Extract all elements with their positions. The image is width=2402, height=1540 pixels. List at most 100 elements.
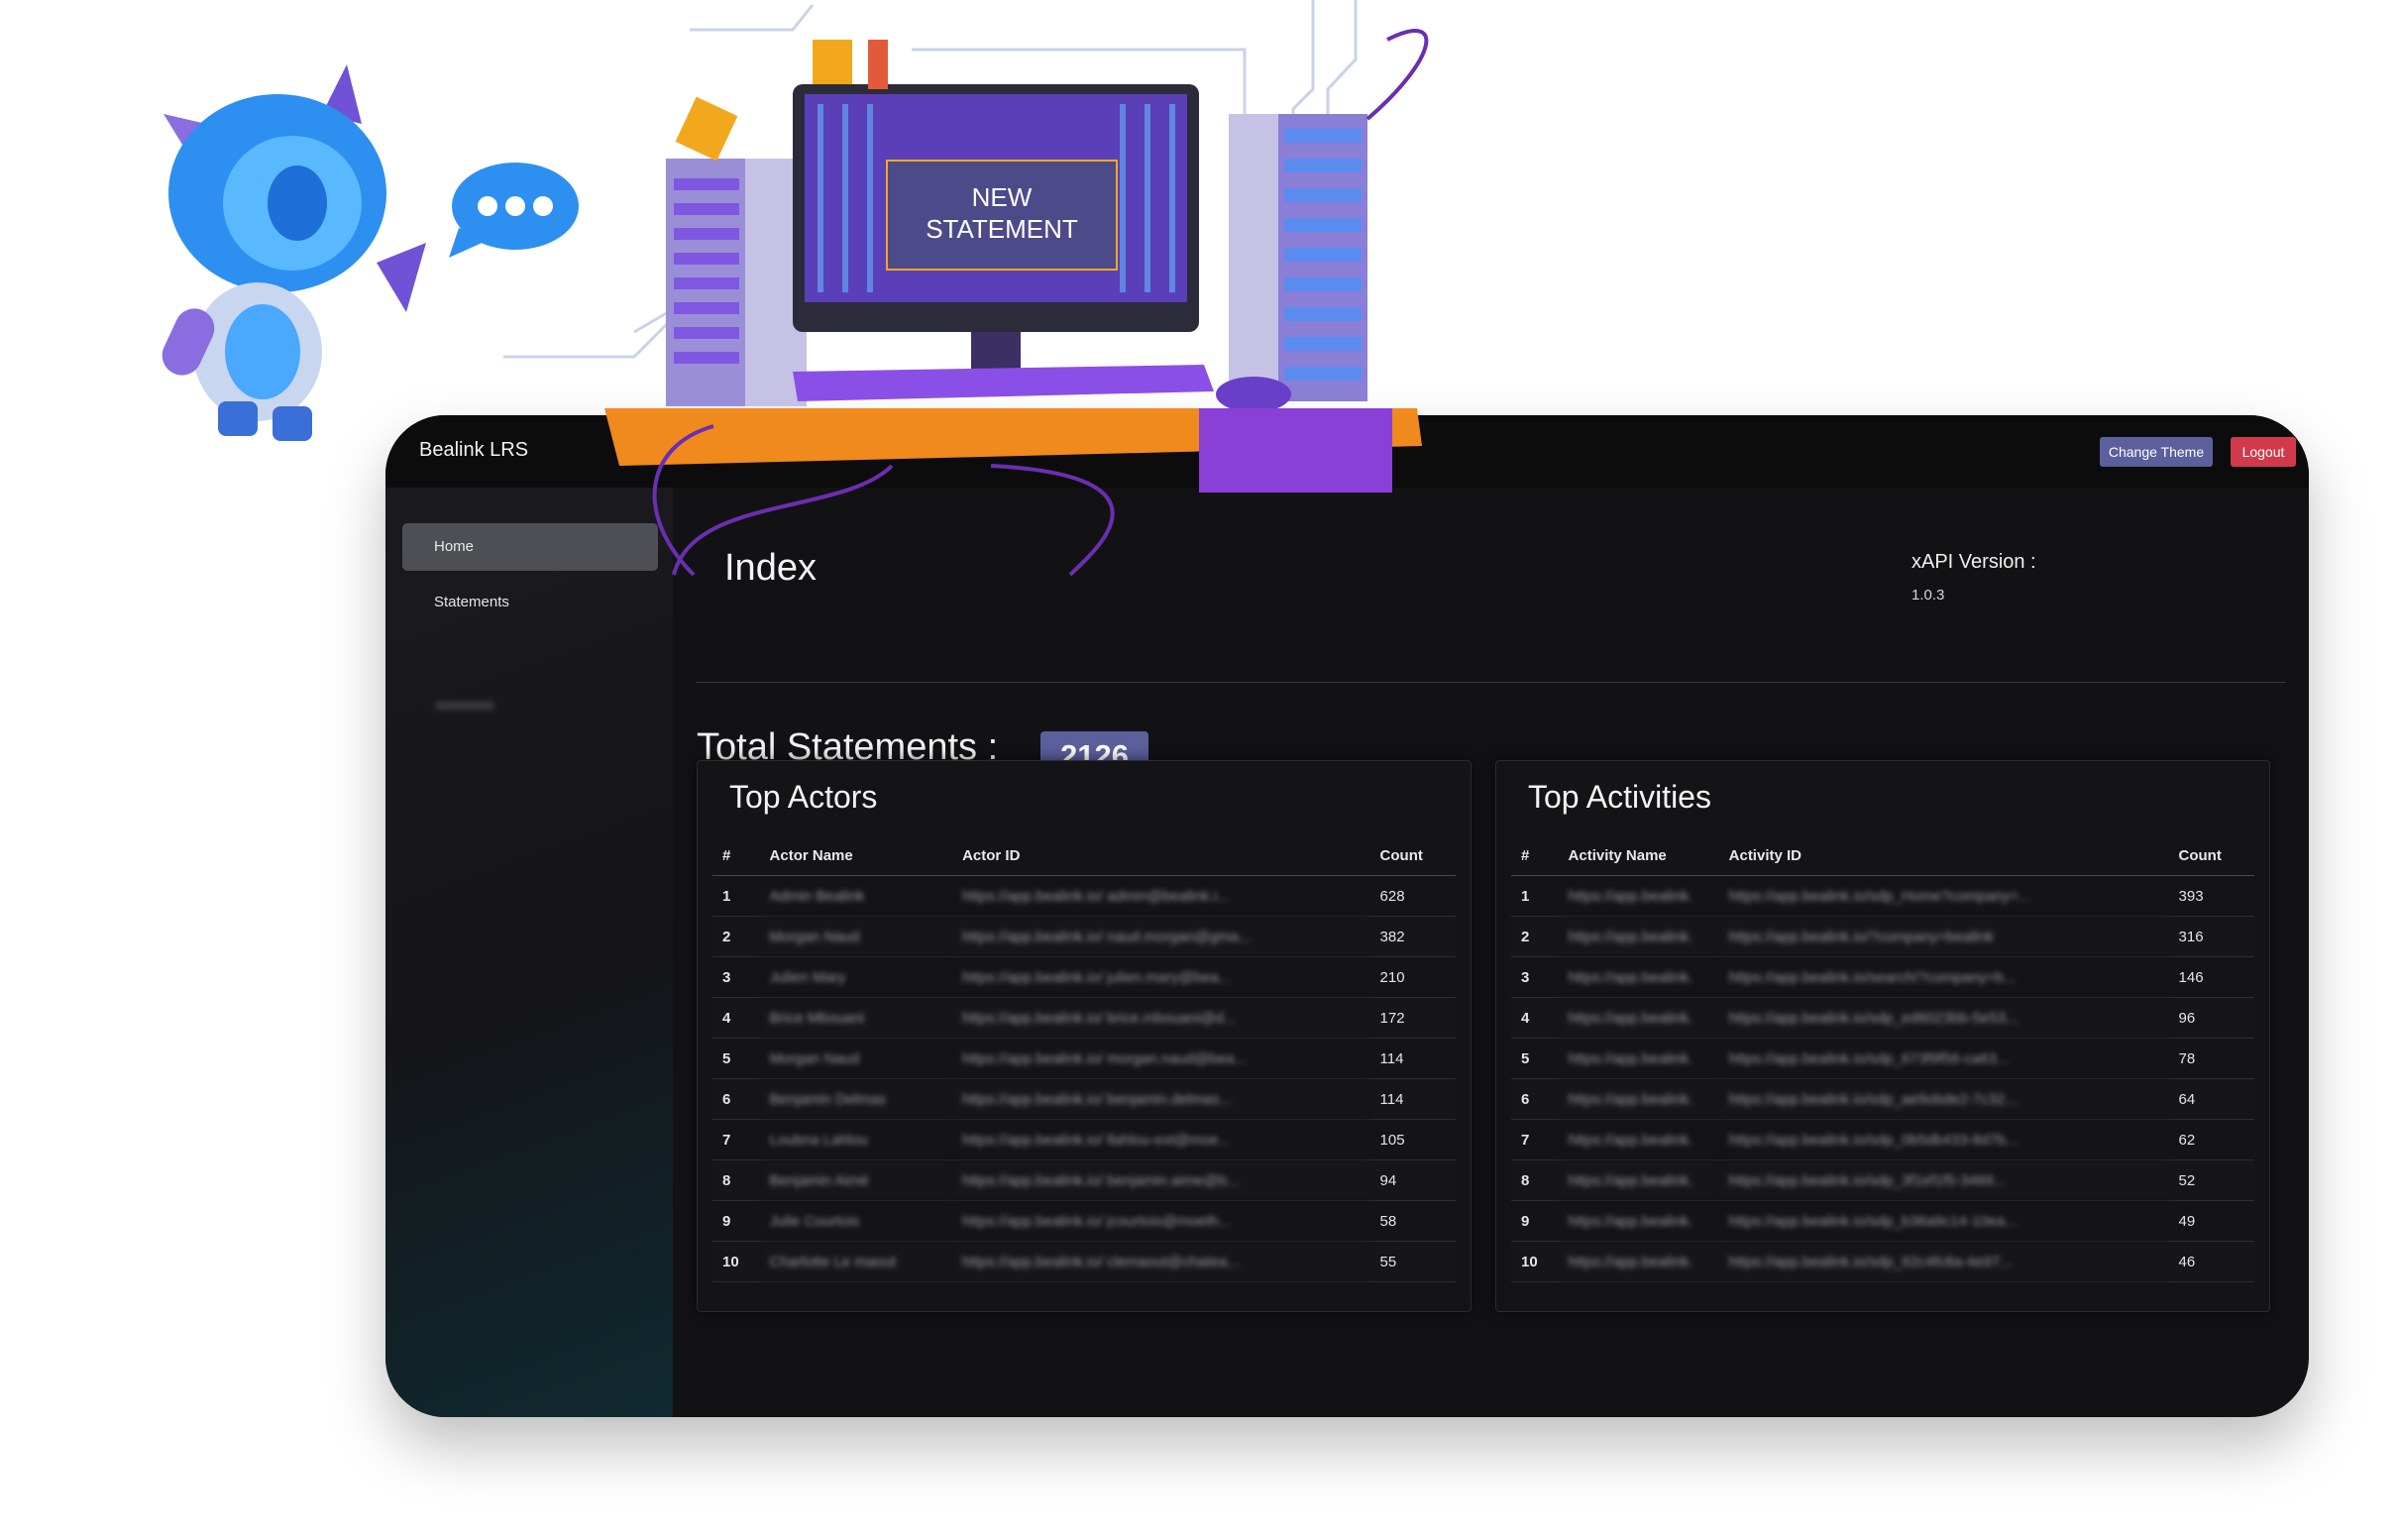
column-header: Actor Name (759, 835, 953, 876)
xapi-version-label: xAPI Version : (1911, 551, 2036, 573)
table-row[interactable]: 7 Loubna Lahlou https://app.bealink.io/ ll… (712, 1119, 1456, 1160)
row-name: https://app.bealink. (1558, 1200, 1719, 1242)
table-row[interactable]: 4 Brice Mbouani https://app.bealink.io/ br… (712, 997, 1456, 1039)
column-header: Activity Name (1558, 835, 1719, 876)
top-actors-rows: 1 Admin Bealink https://app.bealink.io/ ad… (712, 875, 1456, 1282)
table-row[interactable]: 2 Morgan Naud https://app.bealink.io/ naud… (712, 916, 1456, 957)
row-name: https://app.bealink. (1558, 1119, 1719, 1160)
row-number: 6 (1511, 1078, 1559, 1120)
table-row[interactable]: 4 https://app.bealink. https://app.bealink… (1511, 997, 2254, 1039)
change-theme-button[interactable]: Change Theme (2100, 437, 2213, 467)
row-number: 4 (1511, 997, 1559, 1039)
row-number: 8 (1511, 1159, 1559, 1201)
row-number: 2 (712, 916, 760, 957)
app-window: Bealink LRS Change Theme Logout Home Sta… (385, 415, 2309, 1417)
screen-text-statement: STATEMENT (926, 214, 1078, 244)
row-count: 58 (1369, 1200, 1456, 1242)
table-row[interactable]: 3 https://app.bealink. https://app.bealink… (1511, 956, 2254, 998)
table-row[interactable]: 2 https://app.bealink. https://app.bealink… (1511, 916, 2254, 957)
row-count: 55 (1369, 1241, 1456, 1282)
row-id: https://app.bealink.io/ benjamin.delmas.… (952, 1078, 1370, 1120)
row-count: 210 (1369, 956, 1456, 998)
row-count: 114 (1369, 1078, 1456, 1120)
column-header: Actor ID (952, 835, 1370, 876)
row-count: 62 (2168, 1119, 2254, 1160)
row-count: 46 (2168, 1241, 2254, 1282)
row-name: Morgan Naud (759, 1038, 953, 1079)
row-id: https://app.bealink.io/ admin@bealink.i.… (952, 875, 1370, 917)
row-id: https://app.bealink.io/ brice.mbouani@d.… (952, 997, 1370, 1039)
row-id: https://app.bealink.io/ julien.mary@bea.… (952, 956, 1370, 998)
table-row[interactable]: 9 https://app.bealink. https://app.bealink… (1511, 1200, 2254, 1242)
row-id: https://app.bealink.io/ naud.morgan@gma.… (952, 916, 1370, 957)
row-id: https://app.bealink.io/ jcourtois@moeth.… (952, 1200, 1370, 1242)
top-activities-title: Top Activities (1528, 779, 1711, 815)
row-name: https://app.bealink. (1558, 997, 1719, 1039)
top-activities-table: # Activity Name Activity ID Count 1 https… (1511, 835, 2254, 1282)
column-header: Count (1369, 835, 1456, 876)
table-row[interactable]: 3 Julien Mary https://app.bealink.io/ juli… (712, 956, 1456, 998)
logout-button[interactable]: Logout (2231, 437, 2296, 467)
table-row[interactable]: 6 Benjamin Delmas https://app.bealink.io/ … (712, 1078, 1456, 1120)
robot-mascot-icon (162, 64, 426, 441)
table-row[interactable]: 10 Charlotte Le maout https://app.bealink.… (712, 1241, 1456, 1282)
row-count: 64 (2168, 1078, 2254, 1120)
top-navbar: Bealink LRS Change Theme Logout (385, 415, 2309, 488)
top-actors-card: Top Actors # Actor Name Actor ID Count 1… (697, 760, 1472, 1312)
row-number: 9 (1511, 1200, 1559, 1242)
sidebar-item-statements[interactable]: Statements (402, 579, 658, 626)
row-name: Loubna Lahlou (759, 1119, 953, 1160)
row-id: https://app.bealink.io/?company=bealink (1718, 916, 2169, 957)
table-row[interactable]: 5 Morgan Naud https://app.bealink.io/ morg… (712, 1038, 1456, 1079)
sidebar: Home Statements (385, 488, 673, 1417)
sidebar-item-home[interactable]: Home (402, 523, 658, 571)
row-id: https://app.bealink.io/sdp_3f1ef1f5-3469… (1718, 1159, 2169, 1201)
column-header: # (1511, 835, 1559, 876)
row-count: 393 (2168, 875, 2254, 917)
row-number: 2 (1511, 916, 1559, 957)
row-count: 52 (2168, 1159, 2254, 1201)
table-row[interactable]: 8 Benjamin Aimé https://app.bealink.io/ be… (712, 1159, 1456, 1201)
table-row[interactable]: 10 https://app.bealink. https://app.bealin… (1511, 1241, 2254, 1282)
row-id: https://app.bealink.io/sdp_92c4fc8a-4e97… (1718, 1241, 2169, 1282)
row-count: 78 (2168, 1038, 2254, 1079)
table-row[interactable]: 7 https://app.bealink. https://app.bealink… (1511, 1119, 2254, 1160)
row-name: Admin Bealink (759, 875, 953, 917)
row-id: https://app.bealink.io/sdp_Home?company=… (1718, 875, 2169, 917)
row-id: https://app.bealink.io/sdp_b36a9c14-10ea… (1718, 1200, 2169, 1242)
row-id: https://app.bealink.io/ morgan.naud@bea.… (952, 1038, 1370, 1079)
row-number: 7 (712, 1119, 760, 1160)
table-row[interactable]: 1 Admin Bealink https://app.bealink.io/ ad… (712, 875, 1456, 917)
row-number: 9 (712, 1200, 760, 1242)
row-name: https://app.bealink. (1558, 1159, 1719, 1201)
row-name: https://app.bealink. (1558, 1241, 1719, 1282)
page-title: Index (724, 547, 817, 589)
row-count: 628 (1369, 875, 1456, 917)
row-number: 4 (712, 997, 760, 1039)
header-divider (697, 682, 2285, 683)
row-number: 5 (1511, 1038, 1559, 1079)
table-row[interactable]: 8 https://app.bealink. https://app.bealink… (1511, 1159, 2254, 1201)
top-activities-rows: 1 https://app.bealink. https://app.bealink… (1511, 875, 2254, 1282)
table-row[interactable]: 6 https://app.bealink. https://app.bealink… (1511, 1078, 2254, 1120)
row-name: https://app.bealink. (1558, 1038, 1719, 1079)
sidebar-item-blurred[interactable] (435, 702, 494, 710)
table-row[interactable]: 1 https://app.bealink. https://app.bealink… (1511, 875, 2254, 917)
row-number: 10 (712, 1241, 760, 1282)
top-activities-card: Top Activities # Activity Name Activity … (1495, 760, 2270, 1312)
row-id: https://app.bealink.io/ benjamin.aime@b.… (952, 1159, 1370, 1201)
row-name: Benjamin Delmas (759, 1078, 953, 1120)
row-count: 105 (1369, 1119, 1456, 1160)
row-id: https://app.bealink.io/sdp_0b5db433-8d7b… (1718, 1119, 2169, 1160)
row-id: https://app.bealink.io/sdp_673f9f56-ca63… (1718, 1038, 2169, 1079)
row-name: Julie Courtois (759, 1200, 953, 1242)
left-server-tower (666, 96, 807, 406)
top-actors-table: # Actor Name Actor ID Count 1 Admin Beali… (712, 835, 1456, 1282)
right-server-tower (1229, 114, 1367, 401)
row-number: 7 (1511, 1119, 1559, 1160)
table-row[interactable]: 9 Julie Courtois https://app.bealink.io/ j… (712, 1200, 1456, 1242)
row-name: Benjamin Aimé (759, 1159, 953, 1201)
table-row[interactable]: 5 https://app.bealink. https://app.bealink… (1511, 1038, 2254, 1079)
row-id: https://app.bealink.io/sdp_ae9obde2-7c32… (1718, 1078, 2169, 1120)
row-number: 10 (1511, 1241, 1559, 1282)
